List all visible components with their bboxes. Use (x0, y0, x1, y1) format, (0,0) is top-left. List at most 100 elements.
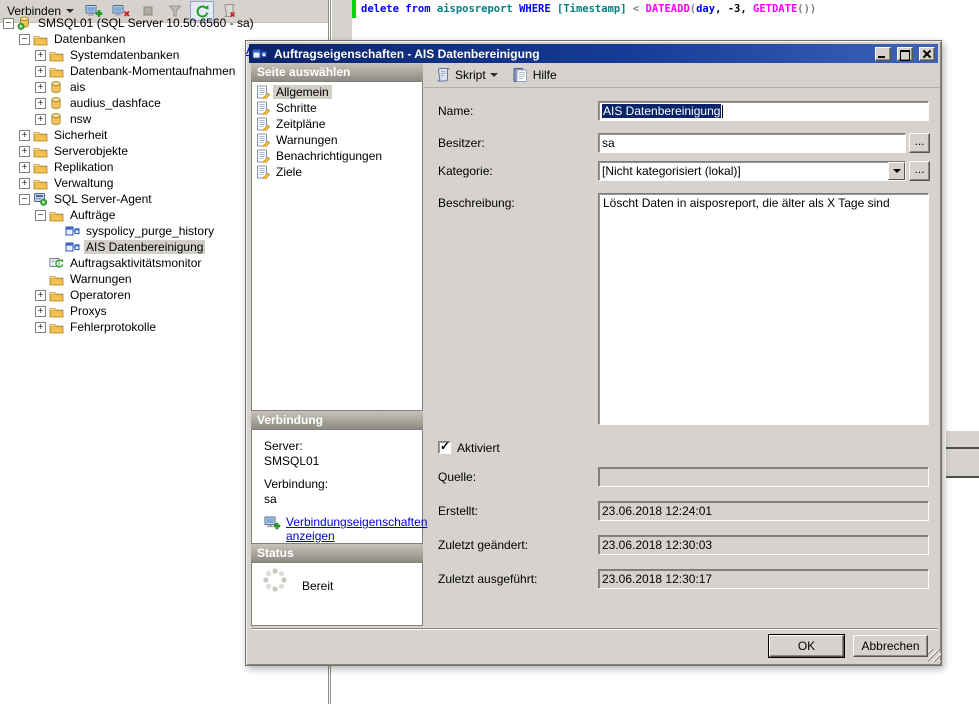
connection-panel: Server: SMSQL01 Verbindung: sa Verbindun… (251, 429, 423, 544)
name-input[interactable]: AIS Datenbereinigung (598, 101, 929, 121)
page-item-label: Ziele (273, 165, 305, 179)
tree-item-label: AIS Datenbereinigung (84, 240, 205, 254)
tree-indent-spacer (51, 226, 62, 237)
page-icon (256, 149, 273, 163)
job-icon (65, 224, 81, 238)
category-select[interactable]: [Nicht kategorisiert (lokal)] (598, 161, 906, 181)
collapse-box-icon[interactable]: − (35, 210, 46, 221)
sql-query-text[interactable]: delete from aisposreport WHERE [Timestam… (361, 3, 816, 15)
script-button[interactable]: Skript (429, 64, 503, 86)
expand-box-icon[interactable]: + (35, 322, 46, 333)
job-icon (252, 47, 267, 61)
expand-box-icon[interactable]: + (35, 98, 46, 109)
name-label: Name: (438, 104, 473, 118)
tree-item-label: Auftragsaktivitätsmonitor (68, 256, 203, 270)
status-text: Bereit (302, 579, 333, 593)
close-button[interactable] (919, 47, 935, 61)
monitor-icon (49, 256, 65, 270)
page-item-benachrichtigungen[interactable]: Benachrichtigungen (252, 148, 422, 164)
tree-item-label: Fehlerprotokolle (68, 320, 158, 334)
page-item-schritte[interactable]: Schritte (252, 100, 422, 116)
tree-item-label: Systemdatenbanken (68, 48, 181, 62)
connection-section-header: Verbindung (251, 411, 423, 429)
expand-box-icon[interactable]: + (19, 178, 30, 189)
expand-box-icon[interactable]: + (35, 290, 46, 301)
editor-selection-margin (332, 0, 352, 44)
page-icon (256, 133, 273, 147)
maximize-button[interactable] (897, 47, 913, 61)
tree-item-label: Serverobjekte (52, 144, 130, 158)
tree-item-label: Proxys (68, 304, 109, 318)
expand-box-icon[interactable]: + (19, 162, 30, 173)
folder-icon (49, 304, 65, 318)
minimize-button[interactable] (875, 47, 891, 61)
owner-browse-button[interactable]: ... (909, 133, 930, 153)
select-page-header: Seite auswählen (251, 63, 423, 81)
status-panel: Bereit (251, 562, 423, 626)
folder-icon (33, 144, 49, 158)
description-textarea[interactable]: Löscht Daten in aisposreport, die älter … (598, 193, 929, 425)
page-item-ziele[interactable]: Ziele (252, 164, 422, 180)
change-tracking-bar (352, 0, 356, 18)
resize-grip[interactable] (928, 649, 941, 662)
view-connection-properties-link[interactable]: Verbindungseigenschaften anzeigen (286, 515, 408, 543)
owner-input[interactable]: sa (598, 133, 906, 153)
page-item-label: Benachrichtigungen (273, 149, 385, 163)
enabled-checkbox[interactable] (438, 441, 451, 454)
source-label: Quelle: (438, 470, 476, 484)
expand-box-icon[interactable]: + (35, 114, 46, 125)
tree-item-label: Operatoren (68, 288, 133, 302)
sql-token: aisposreport (431, 3, 520, 15)
combo-arrow-icon[interactable] (888, 162, 905, 180)
source-field (598, 467, 929, 487)
page-item-label: Allgemein (273, 85, 332, 99)
database-icon (49, 96, 65, 110)
job-icon (65, 240, 81, 254)
expand-box-icon[interactable]: + (35, 306, 46, 317)
job-properties-dialog: Auftragseigenschaften - AIS Datenbereini… (245, 40, 942, 666)
server-icon (17, 16, 33, 30)
server-label: Server: (264, 439, 414, 453)
tree-item-smsql01-sql-server-10-50-6560-sa[interactable]: − SMSQL01 (SQL Server 10.50.6560 - sa) (0, 15, 328, 31)
script-button-label: Skript (455, 68, 486, 82)
dialog-title-bar[interactable]: Auftragseigenschaften - AIS Datenbereini… (249, 44, 938, 63)
button-area-separator (251, 628, 938, 630)
chevron-down-icon (490, 73, 498, 81)
tree-item-label: ais (68, 80, 87, 94)
folder-icon (49, 64, 65, 78)
tree-item-label: Aufträge (68, 208, 117, 222)
folder-icon (49, 288, 65, 302)
page-icon (256, 117, 273, 131)
category-browse-button[interactable]: ... (909, 161, 930, 181)
sql-token: ()) (797, 3, 816, 15)
page-item-warnungen[interactable]: Warnungen (252, 132, 422, 148)
help-icon (512, 67, 529, 83)
collapse-box-icon[interactable]: − (19, 194, 30, 205)
tree-item-label: Sicherheit (52, 128, 109, 142)
sql-token: WHERE (519, 3, 551, 15)
cancel-button[interactable]: Abbrechen (853, 635, 928, 657)
page-item-zeitpl-ne[interactable]: Zeitpläne (252, 116, 422, 132)
expand-box-icon[interactable]: + (35, 82, 46, 93)
expand-box-icon[interactable]: + (19, 130, 30, 141)
created-label: Erstellt: (438, 504, 478, 518)
last-modified-label: Zuletzt geändert: (438, 538, 528, 552)
expand-box-icon[interactable]: + (35, 66, 46, 77)
collapse-box-icon[interactable]: − (19, 34, 30, 45)
folder-icon (33, 160, 49, 174)
ok-button[interactable]: OK (769, 635, 844, 657)
expand-box-icon[interactable]: + (35, 50, 46, 61)
tree-item-label: syspolicy_purge_history (84, 224, 216, 238)
collapse-box-icon[interactable]: − (3, 18, 14, 29)
tree-indent-spacer (51, 242, 62, 253)
help-button[interactable]: Hilfe (507, 64, 562, 86)
tree-item-label: SQL Server-Agent (52, 192, 154, 206)
background-pane-fragment (946, 431, 979, 447)
tree-item-label: SMSQL01 (SQL Server 10.50.6560 - sa) (36, 16, 256, 30)
page-item-allgemein[interactable]: Allgemein (252, 84, 422, 100)
page-icon (256, 165, 273, 179)
expand-box-icon[interactable]: + (19, 146, 30, 157)
script-icon (434, 67, 451, 83)
page-item-label: Zeitpläne (273, 117, 328, 131)
tree-item-label: Warnungen (68, 272, 134, 286)
